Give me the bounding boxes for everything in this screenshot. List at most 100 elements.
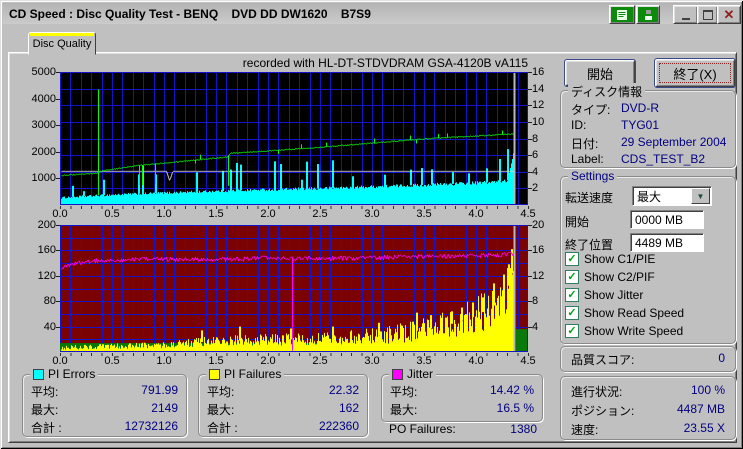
close-icon: ✕: [723, 6, 735, 22]
total-label: 合計 :: [207, 421, 238, 435]
axis-tick: [528, 88, 532, 90]
pi-failures-color-swatch: [209, 368, 220, 380]
x-axis-tick-label: 2.0: [260, 355, 276, 367]
y-axis-right-tick-label: 4: [532, 320, 539, 333]
y-axis-left-tick-label: 200: [37, 219, 56, 231]
axis-tick: [528, 188, 532, 190]
disc-label-value: CDS_TEST_B2: [621, 152, 706, 166]
end-position-label: 終了位置: [565, 238, 614, 252]
end-position-input[interactable]: [630, 233, 704, 252]
pi-failures-max: 162: [338, 401, 359, 415]
checkbox-label: Show Jitter: [584, 288, 644, 302]
checkbox-show-jitter[interactable]: Show Jitter: [565, 288, 643, 302]
test-results-icon: [617, 9, 627, 20]
y-axis-right-tick-label: 8: [532, 132, 539, 145]
tab-label: Disc Quality: [32, 37, 92, 50]
close-button[interactable]: ✕: [717, 5, 741, 24]
axis-tick: [56, 326, 60, 328]
chevron-down-icon[interactable]: ▼: [691, 188, 710, 204]
chart-recorded-with-note: recorded with HL-DT-STDVDRAM GSA-4120B v…: [242, 56, 528, 70]
maximize-icon: [702, 9, 713, 20]
y-axis-left-tick-label: 1000: [31, 172, 56, 185]
progress-value: 100 %: [690, 383, 725, 397]
minimize-button[interactable]: [673, 5, 698, 24]
axis-tick: [528, 72, 532, 73]
progress-box: 進行状況: 100 % ポジション: 4487 MB 速度: 23.55 X: [560, 376, 736, 440]
axis-tick: [56, 98, 60, 100]
po-failures-label: PO Failures:: [389, 422, 456, 436]
po-failures-row: PO Failures: 1380: [389, 422, 537, 436]
quality-score-value: 0: [718, 351, 725, 365]
checkbox-show-c1-pie[interactable]: Show C1/PIE: [565, 252, 655, 266]
axis-tick: [56, 301, 60, 303]
x-axis-tick-label: 3.0: [364, 208, 380, 220]
checkbox-label: Show Write Speed: [584, 324, 684, 338]
x-axis-tick-label: 3.5: [416, 208, 432, 220]
check-icon: [565, 252, 579, 266]
pi-errors-max: 2149: [151, 401, 178, 415]
axis-tick: [528, 171, 532, 173]
y-axis-left-tick-label: 3000: [31, 119, 56, 132]
pi-errors-avg: 791.99: [141, 383, 178, 397]
y-axis-right-tick-label: 10: [532, 115, 545, 128]
x-axis-tick-label: 1.0: [156, 208, 172, 220]
checkbox-show-read-speed[interactable]: Show Read Speed: [565, 306, 684, 320]
disc-id-value: TYG01: [621, 118, 660, 132]
tab-disc-quality[interactable]: Disc Quality: [28, 32, 96, 55]
pi-failures-jitter-chart: [60, 225, 528, 352]
maximize-button[interactable]: [697, 5, 718, 24]
axis-tick: [56, 178, 60, 180]
quality-score-box: 品質スコア: 0: [560, 346, 736, 372]
disc-date-label: 日付:: [571, 137, 599, 151]
checkbox-show-write-speed[interactable]: Show Write Speed: [565, 324, 683, 338]
transfer-speed-select[interactable]: 最大 ▼: [632, 186, 712, 206]
pi-errors-total: 12732126: [124, 419, 178, 433]
axis-tick: [56, 225, 60, 226]
start-position-input[interactable]: [630, 210, 704, 229]
y-axis-left-tick-label: 2000: [31, 145, 56, 158]
y-axis-left-tick-label: 80: [43, 295, 56, 308]
position-label: ポジション:: [571, 404, 635, 418]
pi-errors-color-swatch: [33, 368, 44, 380]
x-axis-tick-label: 4.0: [468, 208, 484, 220]
axis-tick: [528, 138, 532, 140]
settings-title: Settings: [568, 169, 618, 183]
check-icon: [565, 324, 579, 338]
y-axis-left-tick-label: 120: [37, 269, 56, 282]
avg-label: 平均:: [31, 385, 59, 399]
axis-tick: [528, 301, 532, 303]
disc-label-label: Label:: [571, 152, 604, 166]
exit-button[interactable]: 終了(X): [654, 58, 736, 88]
y-axis-left-tick-label: 40: [43, 320, 56, 333]
avg-label: 平均:: [207, 385, 235, 399]
y-axis-left-tick-label: 160: [37, 244, 56, 257]
disc-info-groupbox: ディスク情報 タイプ: DVD-R ID: TYG01 日付: 29 Septe…: [560, 83, 736, 168]
x-axis-tick-label: 1.0: [156, 355, 172, 367]
save-icon-button[interactable]: [636, 5, 660, 24]
disc-label-row: Label: CDS_TEST_B2: [571, 152, 727, 166]
x-axis-tick-label: 0.5: [104, 355, 120, 367]
avg-label: 平均:: [390, 385, 418, 399]
disc-info-title: ディスク情報: [568, 83, 646, 100]
axis-tick: [528, 225, 532, 226]
start-button-label: 開始: [586, 66, 613, 82]
axis-tick: [528, 121, 532, 123]
pi-failures-statbox: PI Failures 平均: 22.32 最大: 162 合計 : 222360: [198, 367, 368, 437]
pi-failures-legend-label: PI Failures: [224, 367, 282, 381]
save-disk-icon: [642, 9, 654, 20]
jitter-statbox: Jitter 平均: 14.42 % 最大: 16.5 %: [381, 367, 543, 422]
disc-date-value: 29 September 2004: [621, 135, 727, 149]
focus-rect: 終了(X): [659, 63, 731, 83]
pi-failures-total: 222360: [318, 419, 359, 433]
axis-tick: [528, 250, 532, 252]
axis-tick: [56, 151, 60, 153]
x-axis-tick-label: 3.5: [416, 355, 432, 367]
checkbox-show-c2-pif[interactable]: Show C2/PIF: [565, 270, 655, 284]
jitter-max: 16.5 %: [496, 401, 534, 415]
jitter-avg: 14.42 %: [489, 383, 534, 397]
jitter-legend: Jitter: [389, 367, 437, 381]
x-axis-tick-label: 4.0: [468, 355, 484, 367]
checkbox-label: Show Read Speed: [584, 306, 685, 320]
test-results-icon-button[interactable]: [609, 5, 635, 24]
check-icon: [565, 306, 579, 320]
